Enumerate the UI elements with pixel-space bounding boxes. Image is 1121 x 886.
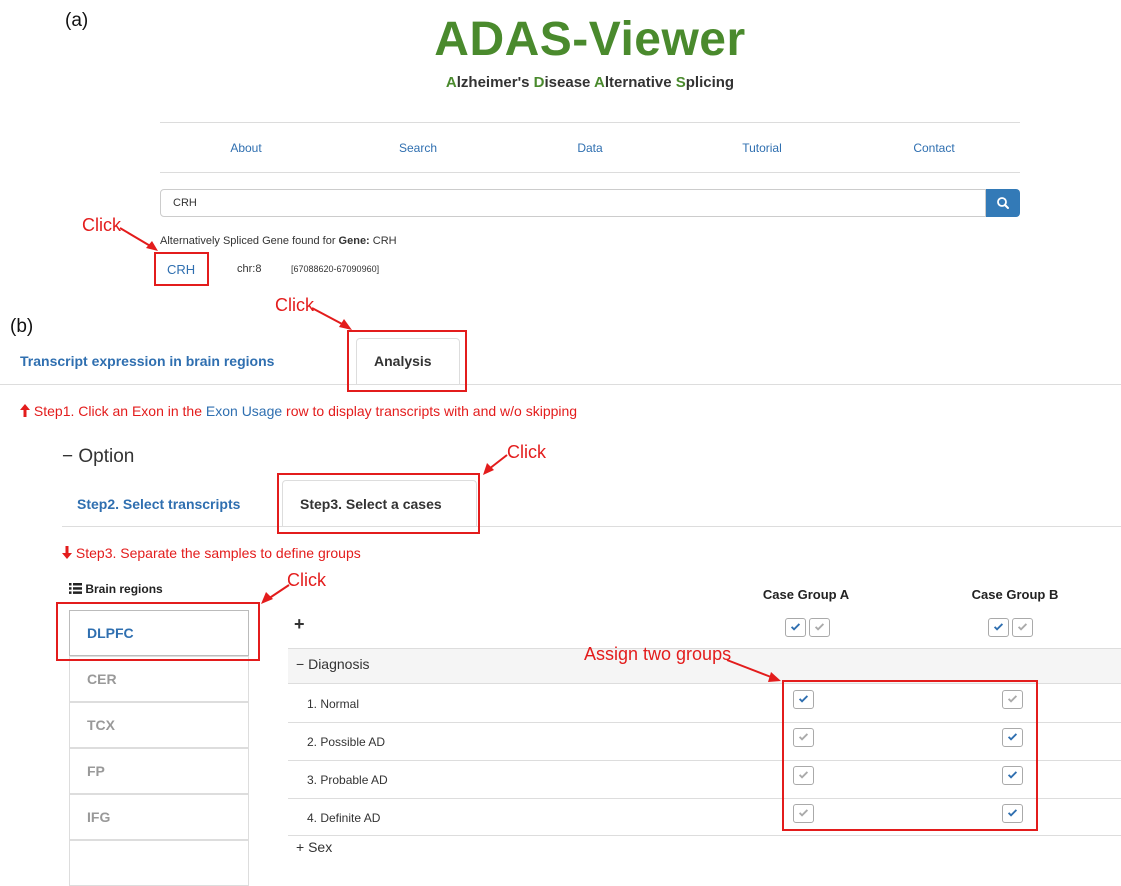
sub-tabs-divider	[62, 526, 1121, 527]
app-title: ADAS-Viewer	[434, 13, 746, 66]
highlight-analysis-tab	[347, 330, 467, 392]
tab-select-transcripts[interactable]: Step2. Select transcripts	[77, 496, 240, 512]
subtitle-part: S	[675, 74, 686, 91]
case-group-a-heading: Case Group A	[762, 587, 850, 602]
arrow-up-icon	[20, 404, 30, 417]
gene-range: [67088620-67090960]	[291, 264, 380, 274]
subtitle-part: lzheimer's	[456, 74, 534, 91]
annotation-arrow-analysis	[311, 307, 352, 330]
row-divider	[288, 835, 1121, 836]
step3-instruction: Step3. Separate the samples to define gr…	[62, 545, 361, 561]
exon-usage-link[interactable]: Exon Usage	[206, 403, 282, 419]
nav-search[interactable]: Search	[332, 133, 504, 163]
group-b-select-all[interactable]	[988, 618, 1009, 637]
panel-label-b: (b)	[10, 316, 34, 337]
nav-top-divider	[160, 122, 1020, 123]
highlight-select-cases-tab	[277, 473, 480, 534]
annotation-arrow-assign	[726, 659, 781, 682]
annotation-click-analysis: Click	[275, 295, 314, 315]
search-result-message: Alternatively Spliced Gene found for Gen…	[160, 235, 397, 247]
annotation-arrow-region	[261, 584, 290, 604]
option-toggle[interactable]: − Option	[62, 446, 134, 468]
plus-icon[interactable]: +	[294, 614, 305, 635]
search-icon	[997, 197, 1009, 209]
nav-tutorial[interactable]: Tutorial	[676, 133, 848, 163]
subtitle-part: isease	[544, 74, 595, 91]
region-fp[interactable]: FP	[69, 748, 249, 794]
search-button[interactable]	[986, 189, 1020, 217]
group-a-deselect-all[interactable]	[809, 618, 830, 637]
nav-contact[interactable]: Contact	[848, 133, 1020, 163]
region-more	[69, 840, 249, 886]
highlight-dlpfc	[56, 602, 260, 661]
annotation-click-gene: Click	[82, 215, 121, 235]
plus-icon: +	[296, 839, 305, 855]
nav-data[interactable]: Data	[504, 133, 676, 163]
check-icon	[814, 623, 825, 631]
group-a-select-all[interactable]	[785, 618, 806, 637]
step1-instruction: Step1. Click an Exon in the Exon Usage r…	[20, 403, 577, 419]
annotation-assign-groups: Assign two groups	[584, 644, 732, 664]
arrow-down-icon	[62, 546, 72, 559]
case-group-b-heading: Case Group B	[971, 587, 1059, 602]
minus-icon: −	[62, 446, 74, 467]
highlight-gene-result	[154, 252, 209, 286]
highlight-group-assignment	[782, 680, 1038, 831]
diagnosis-row-label: 3. Probable AD	[307, 773, 388, 787]
minus-icon: −	[296, 656, 305, 672]
region-ifg[interactable]: IFG	[69, 794, 249, 840]
subtitle-part: plicing	[685, 74, 735, 91]
sex-section-toggle[interactable]: + Sex	[296, 839, 332, 855]
tab-transcript-expression[interactable]: Transcript expression in brain regions	[20, 353, 274, 369]
diagnosis-row-label: 2. Possible AD	[307, 735, 386, 749]
top-nav: About Search Data Tutorial Contact	[160, 133, 1020, 163]
annotation-click-cases: Click	[507, 442, 546, 462]
subtitle-part: A	[445, 74, 457, 91]
subtitle-part: A	[594, 74, 605, 91]
region-cer[interactable]: CER	[69, 656, 249, 702]
check-icon	[790, 623, 801, 631]
nav-bottom-divider	[160, 172, 1020, 173]
app-subtitle: Alzheimer's Disease Alternative Splicing	[0, 74, 1121, 91]
main-tabs-divider	[0, 384, 1121, 385]
check-icon	[993, 623, 1004, 631]
group-b-deselect-all[interactable]	[1012, 618, 1033, 637]
check-icon	[1017, 623, 1028, 631]
subtitle-part: D	[533, 74, 545, 91]
diagnosis-row-label: 1. Normal	[307, 697, 360, 711]
subtitle-part: lternative	[604, 74, 676, 91]
gene-search-input[interactable]	[160, 189, 986, 217]
diagnosis-label[interactable]: − Diagnosis	[296, 656, 370, 672]
nav-about[interactable]: About	[160, 133, 332, 163]
diagnosis-row-label: 4. Definite AD	[307, 811, 381, 825]
annotation-click-region: Click	[287, 570, 326, 590]
annotation-arrow-cases	[483, 454, 508, 475]
brain-regions-heading: Brain regions	[69, 582, 163, 596]
list-icon	[69, 583, 82, 594]
region-tcx[interactable]: TCX	[69, 702, 249, 748]
gene-chromosome: chr:8	[237, 263, 262, 275]
